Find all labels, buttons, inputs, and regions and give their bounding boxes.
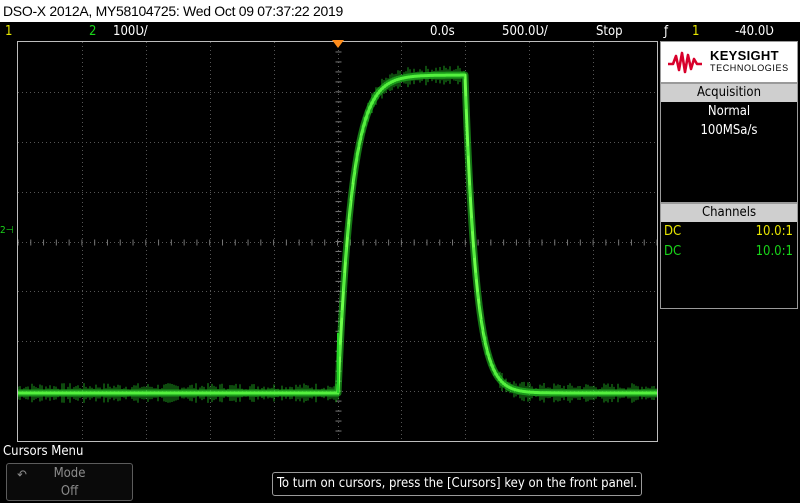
logo-text-keysight: KEYSIGHT [710, 48, 779, 63]
hint-message: To turn on cursors, press the [Cursors] … [272, 472, 643, 496]
trigger-source: 1 [692, 24, 700, 39]
window-title: DSO-X 2012A, MY58104725: Wed Oct 09 07:3… [3, 3, 343, 19]
status-bar: 1 2 100Ʋ/ 0.0s 500.0Ʋ/ Stop ƒ 1 -40.0Ʋ [0, 22, 800, 41]
channels-title: Channels [661, 204, 797, 222]
channel-2-coupling: DC [664, 244, 682, 259]
trigger-level: -40.0Ʋ [735, 24, 774, 39]
channel-2-scale: 100Ʋ/ [113, 24, 148, 39]
softkey-menu-title: Cursors Menu [3, 444, 84, 459]
waveform-display[interactable] [15, 41, 660, 442]
trigger-edge-icon: ƒ [664, 24, 669, 39]
acquisition-mode: Normal [707, 104, 751, 119]
logo-text-technologies: TECHNOLOGIES [710, 63, 789, 73]
trigger-position-marker [332, 40, 344, 48]
run-state: Stop [596, 24, 623, 39]
softkey-mode-label: Mode [53, 466, 86, 481]
time-base: 500.0Ʋ/ [502, 24, 548, 39]
time-delay: 0.0s [430, 24, 455, 39]
keysight-logo: KEYSIGHT TECHNOLOGIES [660, 41, 798, 83]
channel-1-row: DC 10.0:1 [661, 222, 797, 242]
window-title-bar: DSO-X 2012A, MY58104725: Wed Oct 09 07:3… [0, 0, 800, 22]
channel-1-coupling: DC [664, 224, 682, 239]
keysight-wave-icon [668, 51, 702, 74]
channel-2-number[interactable]: 2 [89, 22, 96, 41]
channel-1-probe: 10.0:1 [755, 224, 793, 239]
channel-1-number[interactable]: 1 [5, 22, 12, 41]
channels-panel[interactable]: Channels DC 10.0:1 DC 10.0:1 [660, 203, 798, 309]
cursor-mode-softkey[interactable]: ↶ Mode Off [6, 463, 133, 501]
channel-2-row: DC 10.0:1 [661, 242, 797, 262]
channel-2-ground-marker[interactable]: 2⊣ [0, 225, 14, 237]
acquisition-title: Acquisition [661, 84, 797, 102]
graticule [15, 41, 660, 441]
acquisition-panel[interactable]: Acquisition Normal 100MSa/s [660, 83, 798, 203]
channel-2-probe: 10.0:1 [755, 244, 793, 259]
softkey-mode-value: Off [60, 484, 79, 499]
acquisition-sample-rate: 100MSa/s [700, 123, 758, 138]
